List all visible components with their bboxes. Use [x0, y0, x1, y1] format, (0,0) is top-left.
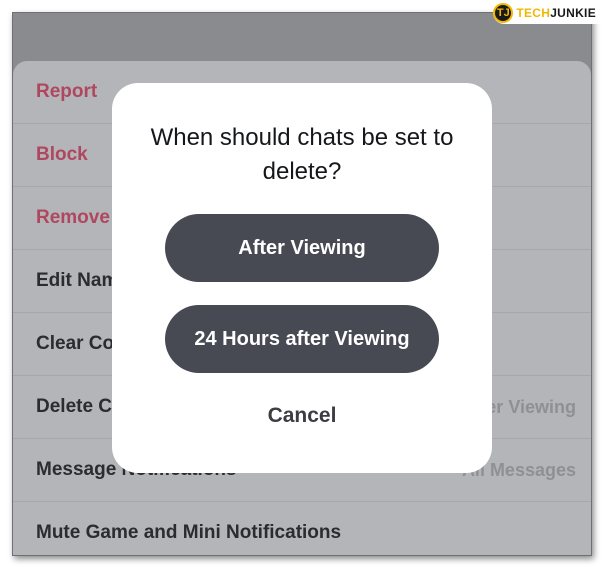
menu-item-value: er Viewing [486, 396, 576, 417]
watermark-text: TECHJUNKIE [516, 6, 596, 20]
screenshot-frame: Report Block Remove Edit Nam Clear Co De… [12, 12, 592, 556]
techjunkie-logo-icon: TJ [493, 3, 514, 23]
menu-item-label: Remove [36, 207, 110, 228]
delete-timing-dialog: When should chats be set to delete? Afte… [112, 83, 492, 473]
menu-item-label: Delete C [36, 396, 113, 417]
watermark-text-junkie: JUNKIE [550, 6, 596, 20]
dialog-title: When should chats be set to delete? [150, 124, 454, 185]
menu-item-mute-game-notifications[interactable]: Mute Game and Mini Notifications [13, 502, 591, 555]
menu-item-label: Mute Game and Mini Notifications [36, 522, 342, 543]
menu-item-label: Edit Nam [36, 270, 119, 291]
menu-item-label: Report [36, 81, 98, 102]
menu-item-label: Clear Co [36, 333, 115, 354]
after-viewing-button[interactable]: After Viewing [165, 214, 439, 282]
techjunkie-watermark: TJ TECHJUNKIE [493, 2, 602, 24]
menu-item-label: Block [36, 144, 88, 165]
24-hours-after-viewing-button[interactable]: 24 Hours after Viewing [165, 305, 439, 373]
watermark-text-tech: TECH [516, 6, 551, 20]
cancel-button[interactable]: Cancel [112, 403, 492, 429]
